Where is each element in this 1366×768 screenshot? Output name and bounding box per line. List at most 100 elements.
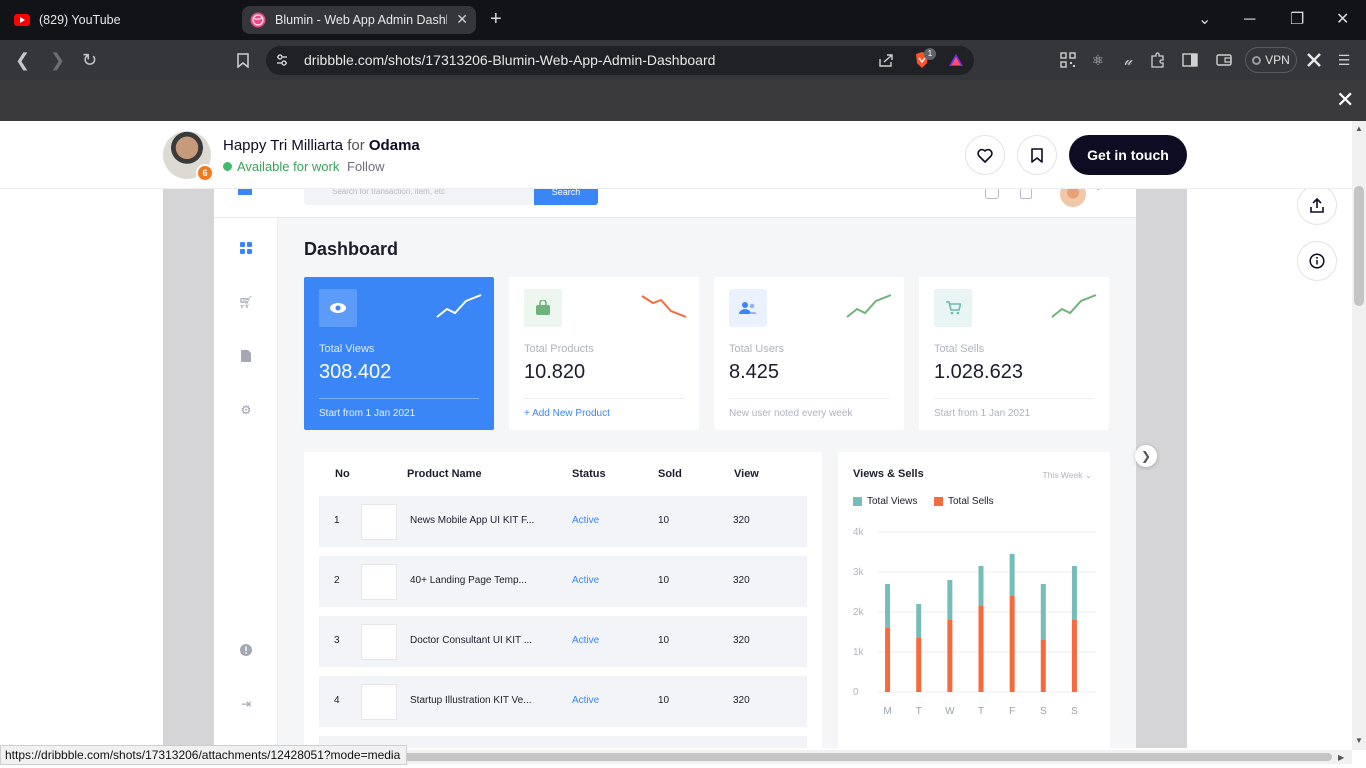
- table-header-sold: Sold: [658, 468, 682, 480]
- vpn-label: VPN: [1265, 53, 1290, 67]
- react-devtools-icon[interactable]: ⚛: [1089, 51, 1107, 69]
- y-tick-label: 4k: [853, 527, 865, 538]
- get-in-touch-button[interactable]: Get in touch: [1069, 135, 1187, 175]
- scroll-right-icon[interactable]: ▶: [1338, 753, 1344, 762]
- save-button[interactable]: [1017, 135, 1057, 175]
- brave-rewards-icon[interactable]: [947, 51, 965, 69]
- users-icon: [729, 289, 767, 327]
- back-icon[interactable]: ❮: [15, 49, 30, 71]
- availability[interactable]: Available for work: [223, 159, 339, 174]
- chevron-right-icon: ❯: [1140, 449, 1152, 463]
- x-tick-label: T: [916, 706, 922, 717]
- tab-youtube[interactable]: (829) YouTube: [6, 6, 236, 34]
- row-no: 1: [334, 515, 340, 526]
- reload-icon[interactable]: ↻: [82, 49, 97, 71]
- scroll-down-icon[interactable]: ▼: [1355, 736, 1363, 745]
- views-sells-chart: 4k 3k 2k 1k 0 M T W T F S S: [853, 527, 1096, 717]
- logo-icon: [238, 189, 252, 195]
- shot-header: 6 Happy Tri Milliarta for Odama Availabl…: [0, 121, 1352, 189]
- chart-title: Views & Sells: [853, 468, 924, 480]
- close-tab-icon[interactable]: ✕: [456, 11, 468, 28]
- trend-up-icon: [436, 294, 482, 318]
- bar-total-sells: [1040, 640, 1046, 692]
- y-tick-label: 1k: [853, 647, 865, 658]
- shot-details-button[interactable]: [1297, 241, 1337, 281]
- tab-title: (829) YouTube: [39, 13, 121, 27]
- chevron-down-icon: ⌄: [1095, 189, 1102, 192]
- user-avatar: [1060, 189, 1086, 207]
- menu-icon[interactable]: ☰: [1335, 51, 1353, 69]
- bar-total-sells: [1009, 596, 1015, 692]
- divider: [524, 398, 684, 399]
- product-thumbnail: [361, 684, 397, 720]
- tab-blumin[interactable]: Blumin - Web App Admin Dashboard ✕: [242, 6, 476, 34]
- for-label: for: [347, 137, 365, 154]
- dashboard-topbar: Search for transaction, item, etc Search…: [214, 189, 1136, 218]
- dashboard-sidebar: 🛒︎ ⚙ ⇥: [214, 218, 278, 748]
- trend-up-icon: [1051, 294, 1097, 318]
- bar-total-sells: [885, 628, 891, 692]
- brave-leo-icon[interactable]: [1305, 51, 1323, 69]
- sidebar-toggle-icon[interactable]: [1181, 51, 1199, 69]
- table-header-product-name: Product Name: [407, 468, 482, 480]
- scroll-up-icon[interactable]: ▲: [1355, 124, 1363, 133]
- close-window-icon[interactable]: ✕: [1336, 10, 1349, 30]
- info-icon: [1309, 253, 1325, 269]
- row-view: 320: [733, 635, 750, 646]
- forward-icon[interactable]: ❯: [50, 49, 65, 71]
- bookmark-icon[interactable]: [234, 51, 252, 69]
- stat-card-total-products: Total Products 10.820 + Add New Product: [509, 277, 699, 430]
- product-thumbnail: [361, 504, 397, 540]
- share-icon[interactable]: [877, 51, 895, 69]
- team-name[interactable]: Odama: [369, 137, 420, 154]
- dashboard-search-input: Search for transaction, item, etc: [304, 189, 534, 205]
- row-no: 2: [334, 575, 340, 586]
- info-icon: [238, 642, 254, 658]
- stat-value: 1.028.623: [934, 361, 1023, 383]
- author-line: Happy Tri Milliarta for Odama: [223, 137, 420, 154]
- products-table: No Product Name Status Sold View 1 News …: [304, 452, 822, 748]
- share-button[interactable]: [1297, 185, 1337, 225]
- status-bar-url: https://dribbble.com/shots/17313206/atta…: [0, 745, 408, 765]
- follow-button[interactable]: Follow: [347, 159, 385, 174]
- row-status: Active: [572, 695, 600, 706]
- url-text[interactable]: dribbble.com/shots/17313206-Blumin-Web-A…: [304, 52, 715, 68]
- heart-icon: [977, 148, 993, 163]
- vpn-button[interactable]: VPN: [1245, 47, 1297, 73]
- row-name: 40+ Landing Page Temp...: [410, 575, 527, 586]
- row-sold: 10: [658, 695, 670, 706]
- dribbble-icon: [250, 12, 266, 28]
- qr-code-icon[interactable]: [1059, 51, 1077, 69]
- stat-footer: Start from 1 Jan 2021: [319, 408, 416, 419]
- views-sells-card: Views & Sells This Week ⌄ Total Views To…: [838, 452, 1110, 748]
- bar-total-sells: [978, 606, 984, 692]
- stat-value: 10.820: [524, 361, 586, 383]
- x-tick-label: M: [883, 706, 891, 717]
- stat-card-total-users: Total Users 8.425 New user noted every w…: [714, 277, 904, 430]
- product-thumbnail: [361, 564, 397, 600]
- extension-script-icon[interactable]: 𝓊: [1119, 51, 1137, 69]
- shot-image[interactable]: Search for transaction, item, etc Search…: [163, 189, 1187, 748]
- bar-total-views: [947, 580, 953, 620]
- extensions-puzzle-icon[interactable]: [1149, 51, 1167, 69]
- x-tick-label: S: [1040, 706, 1047, 717]
- cart-icon: [934, 289, 972, 327]
- row-status: Active: [572, 575, 600, 586]
- wallet-icon[interactable]: [1215, 51, 1233, 69]
- close-modal-icon[interactable]: ✕: [1336, 89, 1354, 111]
- like-button[interactable]: [965, 135, 1005, 175]
- tab-search-chevron-icon[interactable]: ⌄: [1198, 10, 1211, 30]
- available-dot-icon: [223, 162, 232, 171]
- vertical-scroll-thumb[interactable]: [1354, 186, 1364, 306]
- author-name[interactable]: Happy Tri Milliarta: [223, 137, 343, 154]
- minimize-icon[interactable]: ─: [1244, 10, 1255, 30]
- divider: [319, 398, 479, 399]
- restore-icon[interactable]: ❐: [1290, 10, 1304, 30]
- next-shot-button[interactable]: ❯: [1135, 445, 1157, 467]
- document-icon: [238, 348, 254, 364]
- table-row: 1 News Mobile App UI KIT F... Active 10 …: [319, 496, 807, 547]
- site-settings-icon[interactable]: [273, 51, 291, 69]
- modal-backdrop[interactable]: [0, 80, 1366, 121]
- x-tick-label: W: [945, 706, 955, 717]
- new-tab-icon[interactable]: +: [490, 9, 502, 29]
